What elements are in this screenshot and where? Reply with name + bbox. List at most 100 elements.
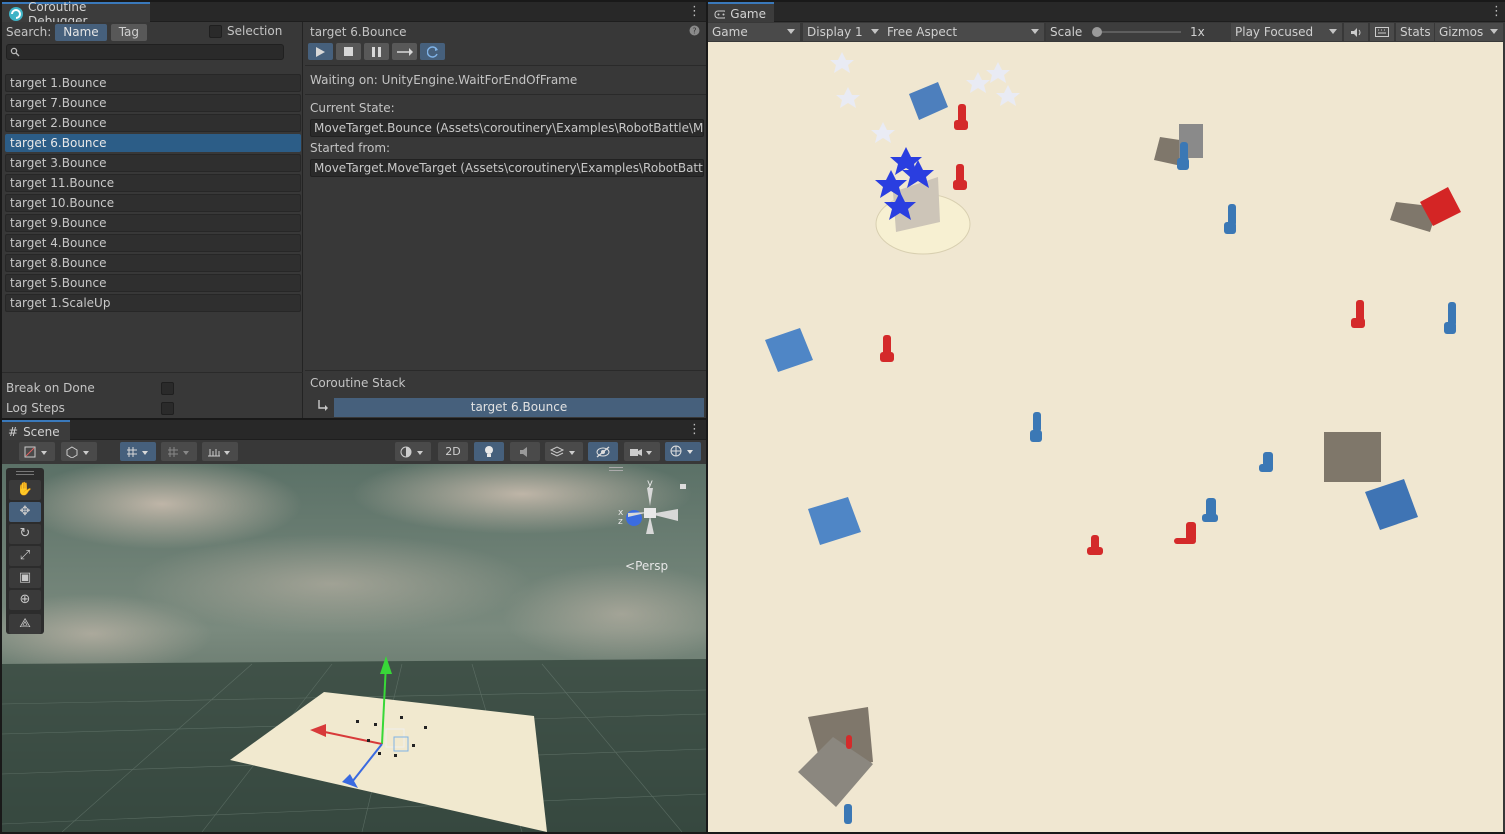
step-button[interactable] [392, 43, 417, 60]
perspective-toggle[interactable]: <Persp [625, 559, 668, 573]
shading-dropdown[interactable] [395, 442, 431, 461]
scene-grid-icon: # [8, 424, 19, 439]
scene-viewport[interactable]: ✋ ✥ ↻ ⤢ ▣ ⊕ ⟁ y x z <Persp [2, 464, 706, 832]
coroutine-item[interactable]: target 2.Bounce [5, 114, 301, 132]
rotate-icon: ↻ [19, 526, 31, 541]
scene-camera-dropdown[interactable] [624, 442, 660, 461]
search-input[interactable] [6, 44, 284, 60]
more-options-icon[interactable]: ⋮ [1490, 5, 1503, 19]
tab-game[interactable]: Game [708, 2, 774, 23]
increment-snap-dropdown[interactable] [202, 442, 238, 461]
log-steps-checkbox[interactable] [161, 401, 174, 415]
move-icon: ✥ [19, 504, 31, 519]
log-steps-row[interactable]: Log Steps [6, 399, 174, 417]
hand-tool-button[interactable]: ✋ [9, 480, 41, 500]
transform-icon: ⊕ [19, 592, 31, 607]
chevron-down-icon [871, 29, 879, 34]
hand-icon: ✋ [16, 482, 34, 497]
stop-icon [344, 47, 353, 56]
scene-visibility-toggle[interactable] [588, 442, 618, 461]
scale-value: 1x [1190, 25, 1205, 39]
coroutine-item[interactable]: target 11.Bounce [5, 174, 301, 192]
aspect-dropdown[interactable]: Free Aspect [883, 23, 1044, 41]
break-on-done-label: Break on Done [6, 381, 95, 395]
scale-slider-thumb[interactable] [1092, 27, 1103, 37]
filter-tag-button[interactable]: Tag [110, 23, 148, 41]
coroutine-item[interactable]: target 8.Bounce [5, 254, 301, 272]
scene-view-dropdown[interactable] [61, 442, 97, 461]
current-state-field[interactable]: MoveTarget.Bounce (Assets\coroutinery\Ex… [310, 119, 704, 137]
rotate-tool-button[interactable]: ↻ [9, 524, 41, 544]
filter-name-button[interactable]: Name [55, 23, 107, 41]
lighting-toggle[interactable] [474, 442, 504, 461]
coroutine-item[interactable]: target 5.Bounce [5, 274, 301, 292]
selection-toggle[interactable]: Selection [209, 24, 282, 38]
chevron-down-icon [1329, 29, 1337, 34]
stats-button[interactable]: Stats [1396, 23, 1434, 41]
tab-label: Game [730, 6, 766, 21]
sphere-icon [400, 446, 423, 457]
coroutine-item[interactable]: target 3.Bounce [5, 154, 301, 172]
gizmos-dropdown[interactable]: Gizmos [1435, 23, 1503, 41]
coroutine-item[interactable]: target 1.Bounce [5, 74, 301, 92]
coroutine-item[interactable]: target 10.Bounce [5, 194, 301, 212]
draw-mode-icon [24, 446, 47, 457]
speaker-icon [1350, 27, 1360, 37]
rect-tool-button[interactable]: ▣ [9, 568, 41, 588]
scale-tool-button[interactable]: ⤢ [9, 546, 41, 566]
audio-toggle[interactable] [510, 442, 540, 461]
selection-checkbox[interactable] [209, 24, 222, 38]
effects-dropdown[interactable] [545, 442, 583, 461]
detail-title: target 6.Bounce [310, 25, 407, 39]
coroutine-item[interactable]: target 4.Bounce [5, 234, 301, 252]
pause-button[interactable] [364, 43, 389, 60]
grid-visibility-dropdown[interactable] [161, 442, 197, 461]
game-window: Game ⋮ Game Display 1 Free Aspect Scale … [708, 2, 1505, 832]
started-from-field[interactable]: MoveTarget.MoveTarget (Assets\coroutiner… [310, 159, 704, 177]
pause-icon [372, 46, 381, 57]
playback-controls [308, 43, 445, 60]
coroutine-item-selected[interactable]: target 6.Bounce [5, 134, 301, 152]
play-mode-dropdown[interactable]: Play Focused [1231, 23, 1342, 41]
search-label: Search: [6, 25, 52, 39]
coroutine-item[interactable]: target 1.ScaleUp [5, 294, 301, 312]
custom-tool-button[interactable]: ⟁ [9, 614, 41, 634]
transform-tool-button[interactable]: ⊕ [9, 590, 41, 610]
coroutine-item[interactable]: target 7.Bounce [5, 94, 301, 112]
coroutine-detail-pane: target 6.Bounce ? Waiting on: UnityEngin… [305, 22, 706, 418]
gizmos-dropdown[interactable] [665, 442, 701, 461]
stack-item[interactable]: target 6.Bounce [334, 398, 704, 417]
tab-label: Scene [23, 424, 60, 439]
selection-label: Selection [227, 24, 283, 38]
grid-snap-toggle[interactable] [120, 442, 156, 461]
game-viewport[interactable] [708, 42, 1503, 832]
move-tool-button[interactable]: ✥ [9, 502, 41, 522]
tab-coroutine-debugger[interactable]: Coroutine Debugger [2, 0, 150, 28]
toggle-2d-button[interactable]: 2D [438, 442, 468, 461]
help-icon[interactable]: ? [689, 25, 700, 36]
overlay-drag-handle[interactable] [16, 471, 34, 475]
scale-control: Scale 1x [1046, 23, 1231, 41]
draw-mode-dropdown[interactable] [19, 442, 55, 461]
refresh-icon [426, 45, 438, 58]
display-dropdown[interactable]: Display 1 [803, 23, 884, 41]
more-options-icon[interactable]: ⋮ [688, 5, 701, 19]
axis-z-label: z [618, 517, 623, 527]
scale-slider-track[interactable] [1093, 31, 1181, 33]
orientation-drag-handle[interactable] [609, 467, 623, 471]
refresh-button[interactable] [420, 43, 445, 60]
play-button[interactable] [308, 43, 333, 60]
game-tab-strip: Game ⋮ [708, 2, 1505, 23]
shortcuts-toggle[interactable] [1370, 23, 1394, 41]
more-options-icon[interactable]: ⋮ [688, 423, 701, 437]
game-mode-dropdown[interactable]: Game [708, 23, 800, 41]
coroutine-item[interactable]: target 9.Bounce [5, 214, 301, 232]
break-on-done-row[interactable]: Break on Done [6, 379, 174, 397]
coroutine-list-pane: Search: Name Tag Selection target 1.Boun… [2, 22, 303, 418]
mute-audio-toggle[interactable] [1344, 23, 1368, 41]
chevron-down-icon [1031, 29, 1039, 34]
stop-button[interactable] [336, 43, 361, 60]
break-on-done-checkbox[interactable] [161, 381, 174, 395]
gizmo-globe-icon [670, 445, 693, 457]
tab-scene[interactable]: # Scene [2, 420, 70, 441]
